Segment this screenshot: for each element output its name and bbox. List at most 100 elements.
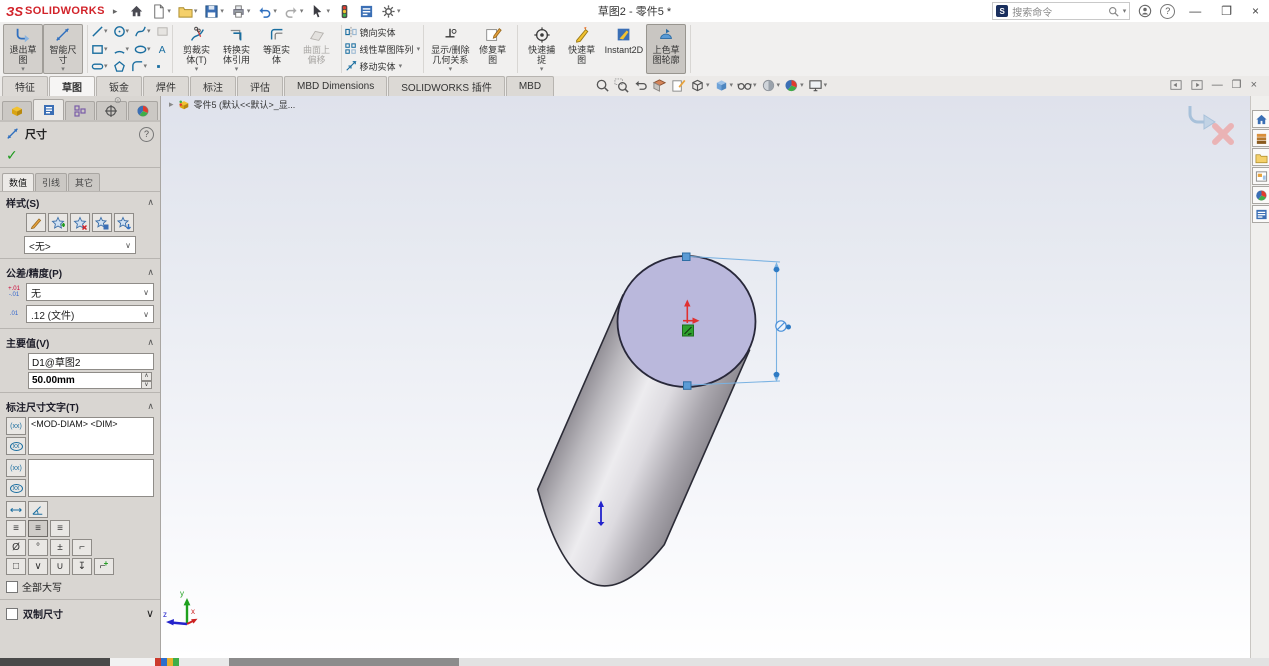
appearances-button[interactable]	[1252, 186, 1269, 204]
subtab-leaders[interactable]: 引线	[35, 173, 67, 191]
linear-pattern-button[interactable]: 线性草图阵列 ▾	[345, 42, 421, 56]
move-entities-button[interactable]: 移动实体 ▾	[345, 59, 421, 73]
zoom-fit-button[interactable]	[595, 78, 610, 93]
quick-snaps-button[interactable]: 快速捕捉 ▾	[522, 24, 562, 74]
arc-tool[interactable]: ▾	[111, 43, 132, 56]
mirror-entities-button[interactable]: 镜向实体	[345, 25, 421, 39]
precision-dropdown[interactable]: .12 (文件)∨	[26, 305, 154, 323]
tolerance-section-header[interactable]: 公差/精度(P)	[6, 265, 147, 280]
dimension-drag-handle-bottom[interactable]	[774, 372, 780, 378]
taskpane-home-button[interactable]	[1252, 110, 1269, 128]
file-properties-button[interactable]	[357, 3, 376, 20]
property-manager-tab[interactable]	[33, 99, 63, 120]
view-orientation-button[interactable]: ▾	[690, 78, 710, 93]
circle-tool[interactable]: ▾	[111, 25, 132, 38]
collapse-icon[interactable]: ∧	[147, 197, 154, 208]
search-scope-caret-icon[interactable]: ▾	[1123, 8, 1127, 15]
ellipse-tool[interactable]: ▾	[132, 43, 153, 56]
display-manager-tab[interactable]	[128, 101, 158, 120]
tolerance-type-dropdown[interactable]: 无∨	[26, 283, 154, 301]
doc-restore-button[interactable]: ❐	[1232, 78, 1242, 91]
display-style-button[interactable]: ▾	[714, 78, 734, 93]
close-button[interactable]: ×	[1246, 4, 1265, 18]
restore-button[interactable]: ❐	[1215, 4, 1238, 18]
degree-symbol-button[interactable]: °	[28, 539, 48, 556]
menu-expander-icon[interactable]: ▸	[113, 6, 118, 17]
tab-mbd[interactable]: MBD	[506, 76, 554, 96]
previous-view-button[interactable]	[633, 78, 648, 93]
dimension-value-field[interactable]	[28, 372, 142, 389]
set-default-style-button[interactable]	[26, 213, 46, 232]
text-tool[interactable]: A	[154, 43, 171, 56]
add-style-button[interactable]	[48, 213, 68, 232]
dim-text2-token-button[interactable]: (xx)	[6, 459, 26, 477]
view-palette-button[interactable]	[1252, 167, 1269, 185]
dim-text2-token-oval-button[interactable]: xx	[6, 479, 26, 497]
shaded-sketch-contours-button[interactable]: 上色草图轮廓	[646, 24, 686, 74]
dim-angle-button[interactable]	[28, 501, 48, 518]
instant2d-button[interactable]: Instant2D	[602, 24, 647, 74]
hook-symbol-button[interactable]: ⌐	[72, 539, 92, 556]
show-feature-pane-icon[interactable]	[1170, 79, 1182, 91]
tab-features[interactable]: 特征	[2, 76, 48, 96]
save-style-button[interactable]	[92, 213, 112, 232]
design-library-button[interactable]	[1252, 129, 1269, 147]
print-button[interactable]: ▾	[229, 3, 253, 20]
show-task-pane-icon[interactable]	[1191, 79, 1203, 91]
exit-sketch-button[interactable]: 退出草图 ▾	[3, 24, 43, 74]
command-search[interactable]: S 搜索命令 ▾	[992, 2, 1130, 20]
value-spinner[interactable]: ∧ ∨	[141, 372, 152, 389]
dim-text-token-oval-button[interactable]: xx	[6, 437, 26, 455]
dim-inline-button[interactable]	[6, 501, 26, 518]
load-style-button[interactable]	[114, 213, 134, 232]
justify-right-button[interactable]: ≡	[50, 520, 70, 537]
circle-handle-bottom[interactable]	[684, 382, 692, 390]
delete-style-button[interactable]	[70, 213, 90, 232]
dimxpert-manager-tab[interactable]	[96, 101, 126, 120]
dual-expand-icon[interactable]: ∨	[146, 607, 154, 620]
display-delete-relations-button[interactable]: 显示/删除几何关系 ▾	[428, 24, 473, 74]
custom-properties-button[interactable]	[1252, 205, 1269, 223]
justify-center-button[interactable]: ≡	[28, 520, 48, 537]
edit-appearance-button[interactable]: ▾	[761, 78, 781, 93]
select-button[interactable]: ▾	[308, 3, 332, 20]
line-tool[interactable]: ▾	[89, 25, 110, 38]
add-symbol-button[interactable]: ⌐+	[94, 558, 114, 575]
offset-entities-button[interactable]: 等距实体	[257, 24, 297, 74]
login-icon[interactable]	[1138, 4, 1152, 18]
tab-evaluate[interactable]: 评估	[237, 76, 283, 96]
new-document-button[interactable]: ▾	[149, 3, 173, 20]
primary-value-section-header[interactable]: 主要值(V)	[6, 335, 147, 350]
search-icon[interactable]	[1108, 6, 1119, 17]
minimize-button[interactable]: —	[1183, 4, 1207, 18]
apply-scene-button[interactable]: ▾	[784, 78, 804, 93]
view-settings-button[interactable]: ▾	[808, 78, 828, 93]
dimension-drag-handle-top[interactable]	[774, 267, 780, 273]
section-view-button[interactable]	[652, 78, 667, 93]
all-caps-checkbox[interactable]	[6, 581, 18, 593]
tab-solidworks-addins[interactable]: SOLIDWORKS 插件	[388, 76, 505, 96]
dimension-text-area[interactable]: <MOD-DIAM> <DIM>	[28, 417, 154, 455]
square-symbol-button[interactable]: □	[6, 558, 26, 575]
options-button[interactable]: ▾	[379, 3, 403, 20]
relation-badge[interactable]	[683, 325, 694, 336]
tab-weldments[interactable]: 焊件	[143, 76, 189, 96]
dual-dimension-checkbox[interactable]	[6, 608, 18, 620]
depth-symbol-button[interactable]: ↧	[72, 558, 92, 575]
spline-tool[interactable]: ▾	[132, 25, 153, 38]
panel-help-icon[interactable]: ?	[139, 127, 154, 142]
undo-button[interactable]: ▾	[255, 3, 279, 20]
redo-button[interactable]: ▾	[282, 3, 306, 20]
plus-minus-symbol-button[interactable]: ±	[50, 539, 70, 556]
rectangle-tool[interactable]: ▾	[89, 43, 110, 56]
subtab-value[interactable]: 数值	[2, 173, 34, 191]
graphics-viewport[interactable]: ▸ 零件5 (默认<<默认>_显...	[161, 96, 1250, 658]
smart-dimension-button[interactable]: 智能尺寸 ▾	[43, 24, 83, 74]
justify-left-button[interactable]: ≡	[6, 520, 26, 537]
diameter-value-handle[interactable]	[776, 321, 791, 331]
convert-entities-button[interactable]: 转换实体引用 ▾	[217, 24, 257, 74]
style-section-header[interactable]: 样式(S)	[6, 195, 147, 210]
dynamic-annotation-button[interactable]	[671, 78, 686, 93]
style-dropdown[interactable]: <无>∨	[24, 236, 136, 254]
trim-entities-button[interactable]: 剪裁实体(T) ▾	[177, 24, 217, 74]
